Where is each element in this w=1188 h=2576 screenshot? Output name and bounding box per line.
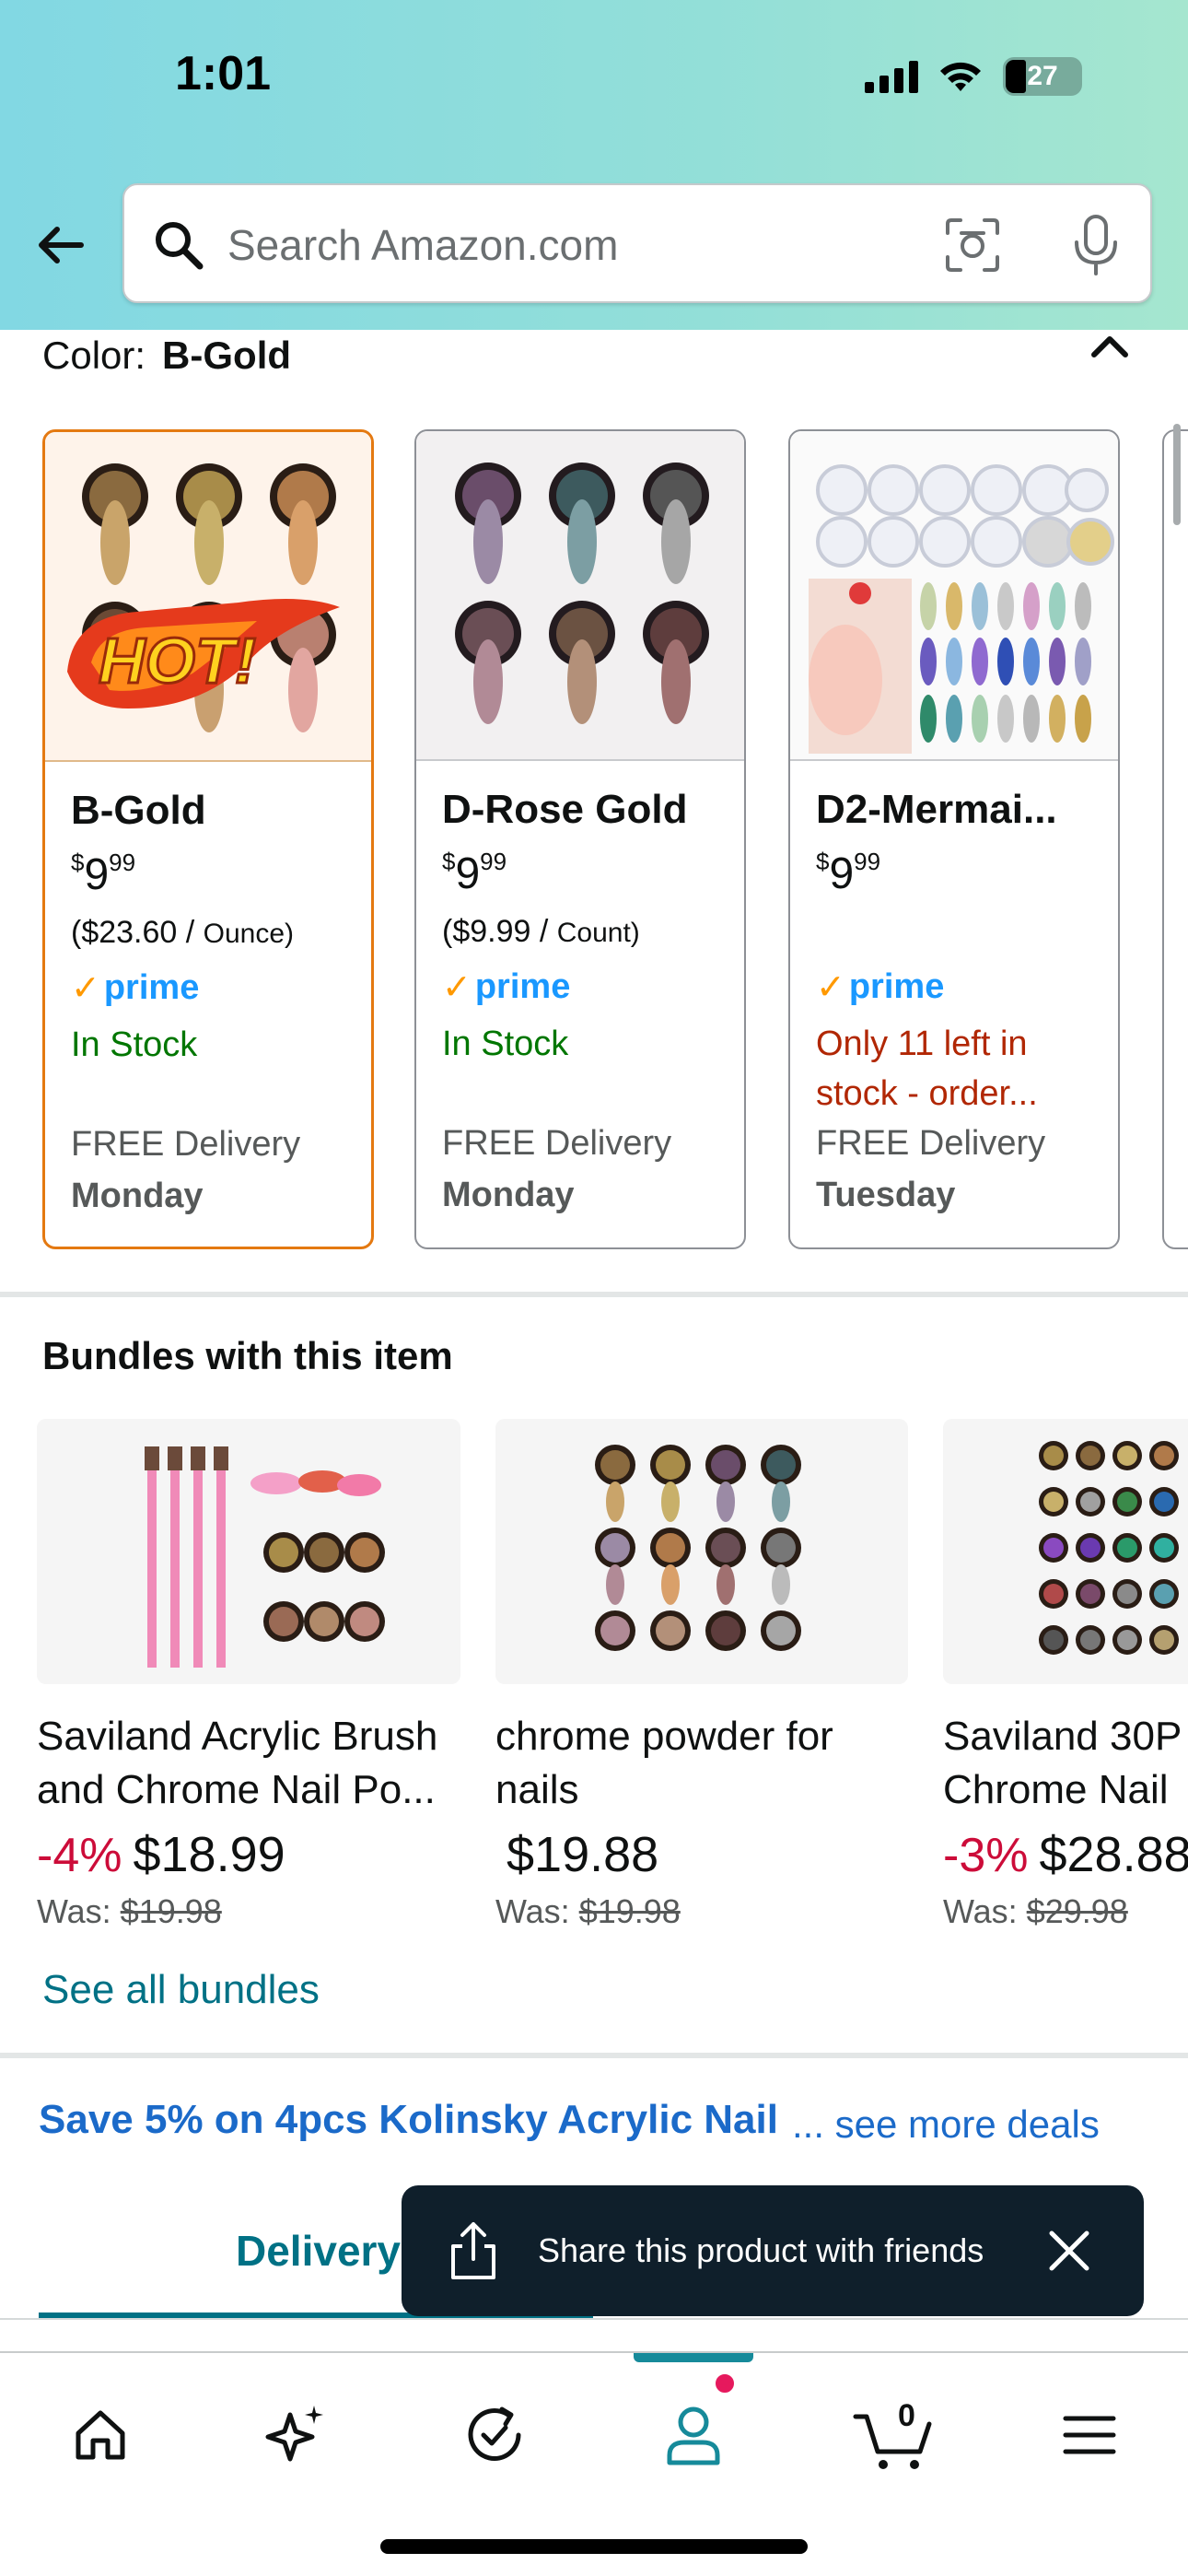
delivery-day: Tuesday — [816, 1176, 956, 1214]
swatch-unit-price: ($23.60 / Ounce) — [71, 915, 295, 950]
nav-home[interactable] — [59, 2394, 142, 2476]
cellular-signal-icon — [865, 60, 918, 93]
bundle-price: -3% $28.88 — [943, 1827, 1188, 1882]
toast-message: Share this product with friends — [538, 2231, 984, 2269]
swatch-name: D2-Mermai... — [816, 787, 1057, 832]
home-icon — [76, 2410, 125, 2460]
cart-icon: 0 — [853, 2398, 932, 2469]
scrollbar[interactable] — [1173, 424, 1181, 525]
discount-percent: -3% — [943, 1829, 1029, 1882]
was-price: Was: $19.98 — [37, 1892, 222, 1930]
bundle-price: $19.88 — [507, 1827, 659, 1882]
status-icons: 27 — [865, 57, 1082, 96]
sparkle-icon — [265, 2406, 323, 2462]
delivery-label: FREE Delivery — [816, 1124, 1046, 1163]
bundle-card[interactable]: Saviland 30P Chrome Nail -3% $28.88 Was: … — [943, 1419, 1188, 1931]
microphone-icon[interactable] — [1066, 213, 1126, 277]
swatch-price: $999 — [442, 848, 507, 898]
search-icon — [156, 222, 204, 270]
status-time: 1:01 — [175, 47, 272, 100]
chevron-up-icon[interactable] — [1087, 327, 1133, 364]
home-indicator[interactable] — [380, 2539, 808, 2554]
search-input[interactable] — [227, 213, 983, 277]
was-price: Was: $19.98 — [495, 1892, 681, 1930]
section-divider — [0, 2053, 1188, 2058]
prime-badge: ✓ prime — [442, 966, 571, 1007]
back-arrow-icon[interactable] — [33, 217, 88, 273]
close-icon[interactable] — [1044, 2226, 1094, 2276]
delivery-label: FREE Delivery — [442, 1124, 672, 1163]
notification-dot — [713, 2371, 737, 2395]
prime-check-icon: ✓ — [71, 968, 100, 1008]
nav-menu[interactable] — [1048, 2394, 1131, 2476]
hamburger-menu-icon — [1063, 2416, 1116, 2454]
bundle-image — [495, 1419, 908, 1684]
swatch-name: D-Rose Gold — [442, 787, 688, 832]
color-label: Color: B-Gold — [42, 334, 292, 377]
share-toast[interactable]: Share this product with friends — [402, 2185, 1144, 2316]
battery-icon: 27 — [1003, 57, 1082, 96]
delivery-label: FREE Delivery — [71, 1125, 301, 1164]
bundle-card[interactable]: chrome powder for nails $19.88 Was: $19.… — [495, 1419, 908, 1931]
color-swatch-b-gold[interactable]: HOT! B-Gold $999 ($23.60 / Ounce) ✓ prime… — [42, 429, 374, 1249]
see-all-bundles-link[interactable]: See all bundles — [42, 1967, 320, 2013]
nav-rufus[interactable] — [254, 2394, 337, 2476]
header: 1:01 27 — [0, 0, 1188, 330]
prime-badge: ✓ prime — [816, 966, 945, 1007]
swatch-name: B-Gold — [71, 788, 206, 833]
deal-link[interactable]: Save 5% on 4pcs Kolinsky Acrylic Nail — [39, 2097, 778, 2143]
prime-badge: ✓ prime — [71, 967, 200, 1008]
product-image — [416, 431, 744, 761]
bundle-image — [943, 1419, 1188, 1684]
section-divider — [0, 1292, 1188, 1297]
swatch-price: $999 — [816, 848, 881, 898]
stock-status: In Stock — [442, 1025, 569, 1063]
camera-lens-icon[interactable] — [942, 215, 1003, 275]
cart-count: 0 — [898, 2398, 915, 2433]
delivery-day: Monday — [442, 1176, 575, 1214]
share-icon[interactable] — [446, 2220, 501, 2281]
stock-status: In Stock — [71, 1025, 198, 1064]
bundle-title[interactable]: chrome powder for nails — [495, 1710, 908, 1817]
nav-account[interactable] — [652, 2394, 735, 2476]
color-swatch-next[interactable] — [1162, 429, 1188, 1249]
prime-check-icon: ✓ — [816, 967, 845, 1007]
bundle-title[interactable]: Saviland 30P Chrome Nail — [943, 1710, 1188, 1817]
bundles-title: Bundles with this item — [42, 1334, 453, 1377]
wifi-icon — [940, 62, 981, 91]
search-box[interactable] — [122, 183, 1152, 303]
tab-rule — [0, 2318, 1188, 2320]
battery-level: 27 — [1027, 61, 1058, 91]
product-image: HOT! — [45, 432, 371, 762]
tab-delivery[interactable]: Delivery — [236, 2226, 401, 2276]
selected-color: B-Gold — [162, 334, 292, 377]
bundle-card[interactable]: Saviland Acrylic Brush and Chrome Nail P… — [37, 1419, 460, 1931]
person-icon — [667, 2406, 720, 2465]
stock-status: Only 11 left in stock - order... — [816, 1025, 1038, 1113]
swatch-unit-price: ($9.99 / Count) — [442, 914, 640, 949]
delivery-day: Monday — [71, 1177, 204, 1215]
nav-active-indicator — [634, 2353, 753, 2362]
color-swatch-d-rose-gold[interactable]: D-Rose Gold $999 ($9.99 / Count) ✓ prime … — [414, 429, 746, 1249]
color-swatch-d2-mermaid[interactable]: D2-Mermai... $999 ✓ prime Only 11 left in… — [788, 429, 1120, 1249]
swatch-unit-price — [816, 914, 1092, 953]
bundle-image — [37, 1419, 460, 1684]
hot-label: HOT! — [99, 625, 256, 697]
nav-cart[interactable]: 0 — [847, 2394, 939, 2476]
bundle-price: -4% $18.99 — [37, 1827, 285, 1882]
nav-buy-again[interactable] — [453, 2394, 536, 2476]
refresh-check-icon — [468, 2406, 521, 2461]
was-price: Was: $29.98 — [943, 1892, 1128, 1930]
bundle-title[interactable]: Saviland Acrylic Brush and Chrome Nail P… — [37, 1710, 460, 1817]
discount-percent: -4% — [37, 1829, 122, 1882]
prime-check-icon: ✓ — [442, 967, 472, 1007]
see-more-deals-link[interactable]: ... see more deals — [792, 2102, 1100, 2147]
product-image — [790, 431, 1118, 761]
swatch-price: $999 — [71, 849, 136, 899]
